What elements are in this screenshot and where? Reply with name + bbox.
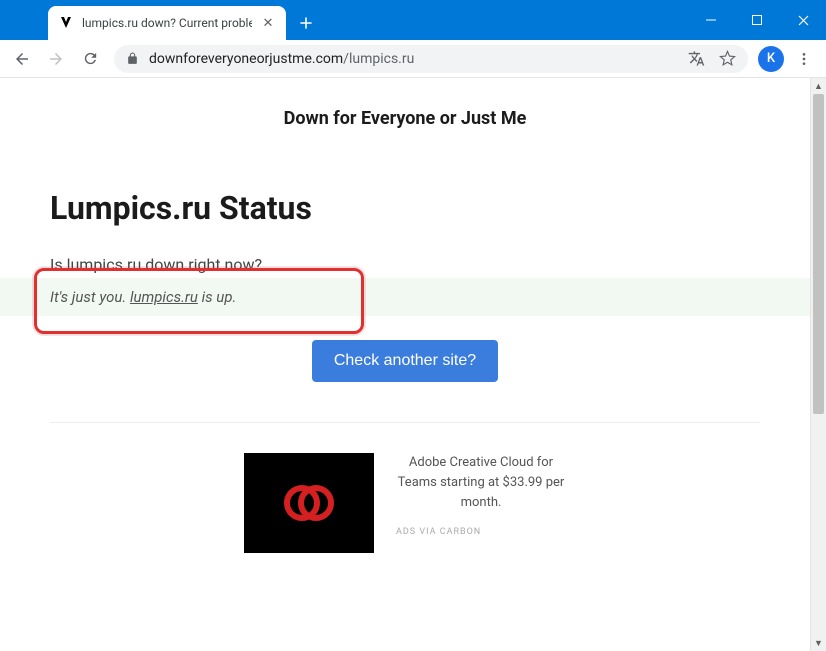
status-answer: It's just you. lumpics.ru is up. [50, 288, 760, 306]
url-host: downforeveryoneorjustme.com [149, 51, 343, 67]
close-tab-icon[interactable]: ✕ [260, 15, 276, 31]
status-box: Is lumpics.ru down right now? It's just … [50, 255, 760, 316]
minimize-button[interactable] [688, 0, 734, 40]
site-name: Down for Everyone or Just Me [0, 108, 810, 129]
ad-via[interactable]: ADS VIA CARBON [396, 527, 566, 537]
status-question: Is lumpics.ru down right now? [50, 255, 760, 274]
back-button[interactable] [8, 45, 36, 73]
close-window-button[interactable] [780, 0, 826, 40]
profile-avatar[interactable]: K [758, 46, 784, 72]
maximize-button[interactable] [734, 0, 780, 40]
scrollbar-thumb[interactable] [813, 94, 824, 414]
window-titlebar: lumpics.ru down? Current proble ✕ [0, 0, 826, 40]
reload-button[interactable] [76, 45, 104, 73]
lock-icon [126, 52, 139, 65]
status-card: Lumpics.ru Status Is lumpics.ru down rig… [0, 189, 810, 382]
status-heading: Lumpics.ru Status [50, 189, 760, 227]
answer-suffix: is up. [198, 288, 236, 306]
translate-icon[interactable] [688, 50, 705, 67]
page-viewport: Down for Everyone or Just Me Lumpics.ru … [0, 78, 826, 651]
check-another-button[interactable]: Check another site? [312, 340, 498, 382]
ad-image [244, 453, 374, 553]
scroll-up-icon[interactable]: ▲ [811, 78, 826, 94]
scroll-down-icon[interactable]: ▼ [811, 635, 826, 651]
answer-site-link[interactable]: lumpics.ru [130, 288, 198, 306]
avatar-initial: K [767, 51, 775, 66]
bookmark-icon[interactable] [719, 50, 736, 67]
menu-button[interactable] [790, 45, 818, 73]
forward-button[interactable] [42, 45, 70, 73]
url-path: /lumpics.ru [343, 51, 414, 67]
browser-tab[interactable]: lumpics.ru down? Current proble ✕ [48, 6, 286, 40]
divider [50, 422, 760, 423]
tab-title: lumpics.ru down? Current proble [82, 16, 252, 30]
tab-favicon-icon [58, 15, 74, 31]
new-tab-button[interactable] [292, 9, 320, 37]
window-controls [688, 0, 826, 40]
scrollbar[interactable]: ▲ ▼ [810, 78, 826, 651]
browser-toolbar: downforeveryoneorjustme.com/lumpics.ru K [0, 40, 826, 78]
ad-block[interactable]: Adobe Creative Cloud for Teams starting … [0, 453, 810, 573]
ad-text: Adobe Creative Cloud for Teams starting … [396, 453, 566, 513]
answer-prefix: It's just you. [50, 288, 130, 306]
address-bar[interactable]: downforeveryoneorjustme.com/lumpics.ru [114, 45, 748, 73]
url-text: downforeveryoneorjustme.com/lumpics.ru [149, 51, 678, 67]
